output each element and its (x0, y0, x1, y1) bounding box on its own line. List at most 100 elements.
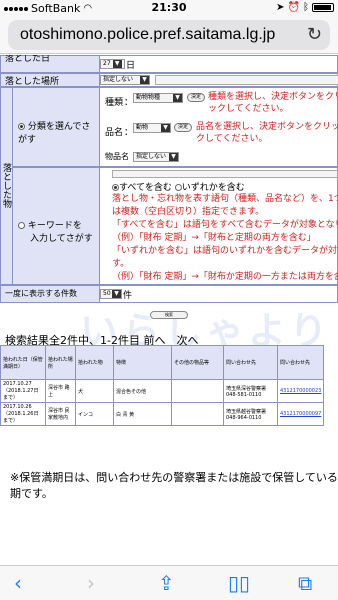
kind-select[interactable]: 動物物種 ▼ (133, 93, 183, 103)
keyword-option-cell: すべてを含む いずれかを含む 落とし物・忘れ物を表す語句（種類、品名など）を、1… (99, 167, 338, 285)
date-row-label: 落とした日 (0, 55, 100, 73)
status-bar: SoftBank ◠ 21:30 ➤ ⏰ ᛒ (0, 0, 338, 16)
help-line: す。 (112, 259, 130, 269)
name-label: 品名 (105, 128, 124, 138)
kind-colon: ： (124, 98, 134, 108)
day-suffix: 日 (126, 61, 136, 71)
category-option-label: 分類を選んでさがす (12, 87, 100, 167)
help-line: は複数（空白区切り）指定できます。 (112, 207, 265, 217)
keyword-help: 落とし物・忘れ物を表す語句（種類、品名など）を、1つ、 は複数（空白区切り）指定… (112, 193, 338, 284)
date-label-text: 落とした日 (5, 55, 51, 64)
per-page-label-text: 一度に表示する件数 (5, 289, 77, 298)
cell-other (171, 402, 224, 426)
keyword-radio-label-1: キーワードを (27, 221, 82, 231)
help-line: （例）「財布 定期」→「財布と定期の両方を含む」 (112, 233, 316, 243)
table-row[interactable]: 2017.10.26（2018.1.26日まで） 深谷市 民家敷地内 インコ 白… (0, 402, 325, 426)
safari-bottom-toolbar: ‹ › ⇪ ▯▯ ⧉ (0, 565, 338, 600)
help-line: 「すべてを含む」は語句をすべて含むデータが対象となりま (112, 220, 338, 230)
forward-icon[interactable]: › (87, 571, 95, 595)
per-page-select[interactable]: 50 ▼ (100, 289, 122, 299)
battery-icon (312, 3, 334, 12)
address-bar[interactable]: otoshimono.police.pref.saitama.lg.jp ↻ (8, 20, 330, 50)
tabs-icon[interactable]: ⧉ (298, 571, 312, 595)
category-radio-wrap[interactable]: 分類を選んでさがす (18, 119, 99, 145)
cell-feature: 白 青 黄 (113, 402, 172, 426)
cell-item: インコ (75, 402, 114, 426)
category-radio-label: 分類を選んでさがす (18, 122, 91, 145)
itemname-select-value: 指定しない (136, 153, 167, 160)
cell-item: 犬 (75, 379, 114, 403)
cell-contact[interactable]: 埼玉県深谷警察署 048-581-0110 (223, 379, 278, 403)
cell-place: 深谷市 路上 (45, 379, 76, 403)
item-label-text: 落とした物 (1, 163, 11, 208)
match-options: すべてを含む いずれかを含む (112, 180, 245, 193)
storage-note: ※保管満期日は、問い合わせ先の警察署または施設で保管している期です。 (10, 471, 338, 500)
results-table: 拾われた日（保管満期日） 拾われた場所 拾われた物 特徴 その他の物品等 問い合… (0, 345, 325, 426)
kind-select-value: 動物物種 (136, 94, 161, 101)
name-select-value: 動物 (136, 124, 149, 131)
itemname-select[interactable]: 指定しない ▼ (133, 152, 179, 162)
column-header: その他の物品等 (171, 345, 224, 380)
bluetooth-icon: ᛒ (303, 2, 309, 13)
column-header: 拾われた場所 (45, 345, 76, 380)
kind-hint-text: 種類を選択し、決定ボタンをクリックしてください。 (208, 92, 338, 114)
results-header-row: 拾われた日（保管満期日） 拾われた場所 拾われた物 特徴 その他の物品等 問い合… (0, 345, 325, 380)
cell-feature: 混合色その他 (113, 379, 172, 403)
bookmarks-icon[interactable]: ▯▯ (228, 571, 250, 595)
help-line: （例）「財布 定期」→「財布か定期の一方または両方を含 (112, 272, 338, 282)
match-all-radio[interactable] (112, 184, 119, 191)
share-icon[interactable]: ⇪ (158, 571, 175, 595)
column-header: 拾われた日（保管満期日） (0, 345, 46, 380)
cell-place: 深谷市 民家敷地内 (45, 402, 76, 426)
cell-ref-link[interactable]: 4312170000023 (276, 379, 325, 403)
cell-contact[interactable]: 埼玉県越谷警察署 048-964-0110 (223, 402, 278, 426)
match-any-label: いずれかを含む (181, 183, 245, 193)
keyword-radio[interactable] (18, 222, 25, 229)
browser-toolbar: otoshimono.police.pref.saitama.lg.jp ↻ (0, 16, 338, 54)
day-select-value: 27 (103, 60, 111, 67)
search-button[interactable]: 検索 (150, 311, 188, 319)
location-icon: ➤ (276, 2, 285, 13)
itemname-label: 物品名 (105, 152, 129, 161)
date-row-cell: 27 ▼ 日 (99, 55, 338, 73)
name-select[interactable]: 動物 ▼ (133, 123, 171, 133)
match-all-label: すべてを含む (119, 183, 172, 193)
place-label-text: 落とした場所 (5, 77, 60, 87)
category-radio[interactable] (18, 123, 25, 130)
day-select[interactable]: 27 ▼ (100, 59, 125, 69)
column-header: 特徴 (113, 345, 172, 380)
page-content: 落とした日 27 ▼ 日 落とした場所 指定しない ▼ 落とした物 分類を選んでさが… (0, 55, 338, 565)
kind-label: 種類 (105, 98, 124, 108)
help-line: 「いずれかを含む」は語句のいずれかを含むデータが対象と (112, 246, 338, 256)
cell-date: 2017.10.26（2018.1.26日まで） (0, 402, 46, 426)
cell-other (171, 379, 224, 403)
cell-ref-link[interactable]: 4312170000097 (276, 402, 325, 426)
per-page-select-value: 50 (103, 290, 111, 297)
name-hint: 品名を選択し、決定ボタンをクリックしてください。 (196, 122, 338, 144)
place-select[interactable]: 指定しない ▼ (100, 75, 150, 85)
column-header: 問い合わせ先 (223, 345, 278, 380)
chevron-down-icon: ▼ (169, 153, 178, 161)
kind-hint: 種類を選択し、決定ボタンをクリックしてください。 (208, 91, 338, 115)
keyword-input[interactable] (112, 170, 338, 178)
chevron-down-icon: ▼ (112, 290, 121, 298)
keyword-radio-wrap[interactable]: キーワードを (18, 218, 82, 231)
back-icon[interactable]: ‹ (14, 571, 22, 595)
match-any-radio[interactable] (174, 184, 182, 191)
chevron-down-icon: ▼ (173, 94, 182, 102)
place-row-label: 落とした場所 (0, 73, 100, 87)
place-row-cell: 指定しない ▼ (99, 73, 338, 87)
name-colon: ： (124, 128, 134, 138)
name-decide-button[interactable]: 決定 (174, 123, 193, 132)
help-line: 落とし物・忘れ物を表す語句（種類、品名など）を、1つ、 (112, 194, 338, 204)
cell-date: 2017.10.27（2018.1.27日まで） (0, 379, 46, 403)
category-option-cell: 種類 ： 動物物種 ▼ 決定 種類を選択し、決定ボタンをクリックしてください。 品… (99, 87, 338, 167)
kind-decide-button[interactable]: 決定 (187, 93, 206, 102)
chevron-down-icon: ▼ (140, 76, 149, 84)
reload-icon[interactable]: ↻ (307, 24, 322, 45)
url-text[interactable]: otoshimono.police.pref.saitama.lg.jp (20, 26, 275, 44)
place-select-value: 指定しない (103, 76, 134, 83)
table-row[interactable]: 2017.10.27（2018.1.27日まで） 深谷市 路上 犬 混合色その他… (0, 379, 325, 403)
keyword-option-label: キーワードを 入力してさがす (12, 167, 100, 285)
place-text-input[interactable] (155, 75, 338, 85)
